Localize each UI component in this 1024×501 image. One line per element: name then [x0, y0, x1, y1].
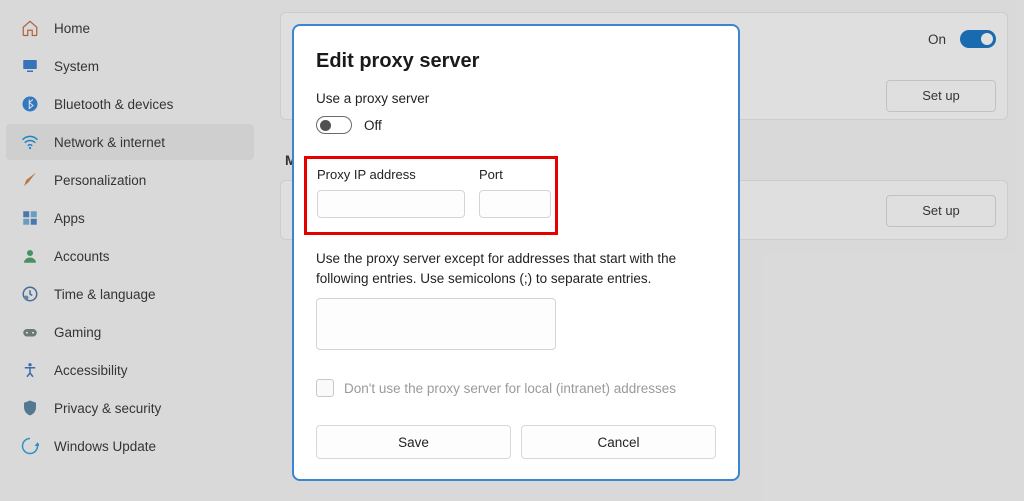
except-label: Use the proxy server except for addresse…	[316, 249, 716, 288]
proxy-toggle[interactable]	[316, 116, 352, 134]
sidebar-item-label: System	[54, 59, 99, 74]
setup-button-1[interactable]: Set up	[886, 80, 996, 112]
sidebar-item-personalization[interactable]: Personalization	[6, 162, 254, 198]
edit-proxy-dialog: Edit proxy server Use a proxy server Off…	[292, 24, 740, 481]
sidebar-item-label: Time & language	[54, 287, 156, 302]
accessibility-icon	[20, 360, 40, 380]
sidebar-item-accessibility[interactable]: Accessibility	[6, 352, 254, 388]
sidebar-item-privacy[interactable]: Privacy & security	[6, 390, 254, 426]
dialog-title: Edit proxy server	[316, 50, 716, 73]
port-field-group: Port	[479, 167, 551, 218]
proxy-ip-input[interactable]	[317, 190, 465, 218]
sidebar-item-accounts[interactable]: Accounts	[6, 238, 254, 274]
local-checkbox-label: Don't use the proxy server for local (in…	[344, 381, 676, 396]
setup-button-2[interactable]: Set up	[886, 195, 996, 227]
highlight-annotation: Proxy IP address Port	[304, 156, 558, 235]
sidebar-item-apps[interactable]: Apps	[6, 200, 254, 236]
settings-sidebar: Home System Bluetooth & devices Network …	[0, 0, 260, 474]
sidebar-item-label: Network & internet	[54, 135, 165, 150]
proxy-toggle-state: Off	[364, 118, 382, 133]
account-icon	[20, 246, 40, 266]
bluetooth-icon	[20, 94, 40, 114]
local-checkbox[interactable]	[316, 379, 334, 397]
proxy-toggle-row: Off	[316, 116, 716, 134]
dialog-button-row: Save Cancel	[316, 425, 716, 459]
sidebar-item-bluetooth[interactable]: Bluetooth & devices	[6, 86, 254, 122]
sidebar-item-home[interactable]: Home	[6, 10, 254, 46]
sidebar-item-label: Gaming	[54, 325, 101, 340]
sidebar-item-network[interactable]: Network & internet	[6, 124, 254, 160]
update-icon	[20, 436, 40, 456]
save-button[interactable]: Save	[316, 425, 511, 459]
proxy-port-input[interactable]	[479, 190, 551, 218]
sidebar-item-label: Privacy & security	[54, 401, 161, 416]
toggle-on-icon[interactable]	[960, 30, 996, 48]
ip-port-row: Proxy IP address Port	[317, 167, 545, 218]
local-checkbox-row: Don't use the proxy server for local (in…	[316, 379, 716, 397]
home-icon	[20, 18, 40, 38]
gaming-icon	[20, 322, 40, 342]
ip-field-group: Proxy IP address	[317, 167, 465, 218]
brush-icon	[20, 170, 40, 190]
system-icon	[20, 56, 40, 76]
toggle-row: On	[928, 30, 996, 48]
sidebar-item-update[interactable]: Windows Update	[6, 428, 254, 464]
sidebar-item-time[interactable]: Time & language	[6, 276, 254, 312]
use-proxy-label: Use a proxy server	[316, 91, 716, 106]
sidebar-item-label: Windows Update	[54, 439, 156, 454]
except-textarea[interactable]	[316, 298, 556, 350]
sidebar-item-label: Apps	[54, 211, 85, 226]
cancel-button[interactable]: Cancel	[521, 425, 716, 459]
ip-label: Proxy IP address	[317, 167, 465, 182]
time-icon	[20, 284, 40, 304]
sidebar-item-label: Bluetooth & devices	[54, 97, 173, 112]
sidebar-item-gaming[interactable]: Gaming	[6, 314, 254, 350]
sidebar-item-label: Accessibility	[54, 363, 128, 378]
shield-icon	[20, 398, 40, 418]
sidebar-item-label: Personalization	[54, 173, 146, 188]
port-label: Port	[479, 167, 551, 182]
sidebar-item-label: Home	[54, 21, 90, 36]
apps-icon	[20, 208, 40, 228]
sidebar-item-system[interactable]: System	[6, 48, 254, 84]
sidebar-item-label: Accounts	[54, 249, 110, 264]
wifi-icon	[20, 132, 40, 152]
on-label: On	[928, 32, 946, 47]
